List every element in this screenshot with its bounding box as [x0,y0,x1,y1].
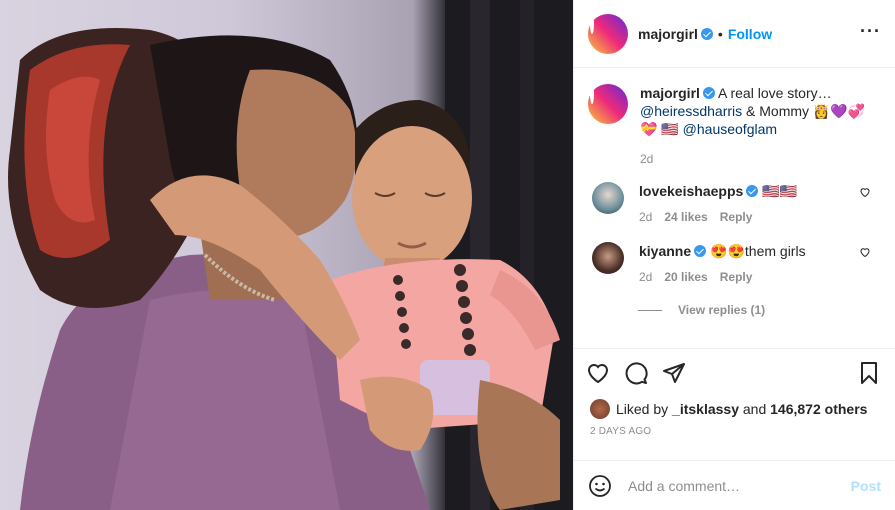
caption-age[interactable]: 2d [640,152,880,166]
caption-line-2: & Mommy [746,103,810,119]
caption-mention-2[interactable]: @hauseofglam [683,121,777,137]
view-replies-label: View replies (1) [678,303,766,317]
author-username[interactable]: majorgirl [638,26,698,42]
comment-meta: 2d 20 likes Reply [639,268,849,286]
author-avatar[interactable] [588,13,628,54]
comment-text: 🇺🇸🇺🇸 [762,183,798,199]
action-bar [574,348,895,396]
add-comment-input[interactable] [628,477,851,494]
verified-badge-icon [694,245,707,257]
post-header: majorgirl • Follow ··· [574,0,895,68]
comment-item: lovekeishaepps 🇺🇸🇺🇸 2d 24 likes Reply [588,182,879,226]
post-photo[interactable] [0,0,573,510]
more-options-icon[interactable]: ··· [860,22,881,40]
follow-button[interactable]: Follow [728,26,772,42]
comment-age[interactable]: 2d [639,210,652,224]
commenter-avatar[interactable] [592,182,624,214]
caption-line-1: A real love story… [718,85,832,101]
likes-summary: Liked by _itsklassy and 146,872 others [574,396,895,422]
photo-illustration [8,0,573,510]
verified-badge-icon [702,87,715,99]
post-sidebar: majorgirl • Follow ··· majorgirl A real … [573,0,895,510]
commenter-username[interactable]: lovekeishaepps [639,183,743,199]
comment-likes[interactable]: 20 likes [664,270,707,284]
view-replies-button[interactable]: View replies (1) [638,303,879,317]
caption: majorgirl A real love story… @heiressdha… [588,84,879,166]
heart-icon[interactable] [859,246,871,258]
commenter-avatar[interactable] [592,242,624,274]
caption-mention-1[interactable]: @heiressdharris [640,103,742,119]
comment-meta: 2d 24 likes Reply [639,208,849,226]
reply-button[interactable]: Reply [720,270,753,284]
caption-emoji-3: 🇺🇸 [661,121,679,137]
bookmark-icon[interactable] [857,361,881,385]
caption-emoji-1: 👸💜💞 [812,103,866,119]
commenter-username[interactable]: kiyanne [639,243,691,259]
reply-button[interactable]: Reply [720,210,753,224]
emoji-smiley-icon[interactable] [588,474,612,498]
caption-avatar[interactable] [588,84,628,124]
comment-age[interactable]: 2d [639,270,652,284]
liker-username[interactable]: _itsklassy [672,401,739,417]
verified-badge-icon [746,185,759,197]
caption-username[interactable]: majorgirl [640,85,700,101]
caption-text: majorgirl A real love story… @heiressdha… [640,84,880,138]
share-send-icon[interactable] [662,361,686,385]
liked-by-and: and [742,401,767,417]
add-comment-bar: Post [574,460,895,510]
likes-count[interactable]: 146,872 others [770,401,867,417]
caption-emoji-2: 💝 [640,121,658,137]
view-replies-line [638,309,662,311]
post-timestamp[interactable]: 2 DAYS AGO [574,422,895,460]
separator-dot: • [717,25,723,42]
heart-icon[interactable] [859,186,871,198]
post-comment-button[interactable]: Post [851,478,881,494]
comment-likes[interactable]: 24 likes [664,210,707,224]
like-heart-icon[interactable] [586,361,610,385]
liked-by-prefix: Liked by [616,401,669,417]
verified-badge-icon [700,27,713,40]
comment-bubble-icon[interactable] [624,361,648,385]
liker-avatar[interactable] [590,399,610,419]
comment-item: kiyanne 😍😍them girls 2d 20 likes Reply [588,242,879,286]
comments-section: majorgirl A real love story… @heiressdha… [574,68,895,348]
comment-text: 😍😍them girls [710,243,806,259]
